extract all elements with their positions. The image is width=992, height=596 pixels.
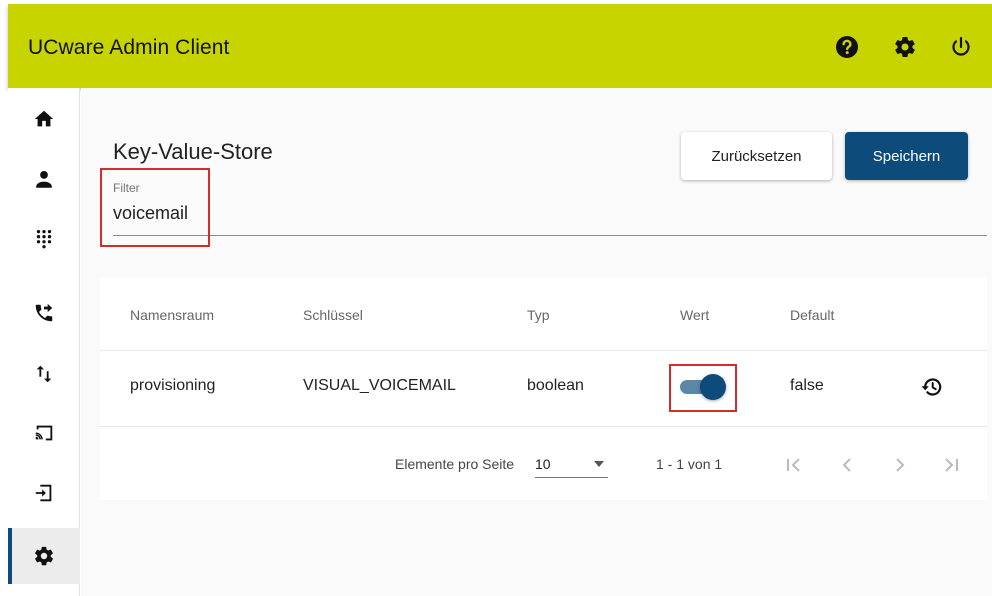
dropdown-arrow-icon	[594, 461, 604, 467]
import-export-icon	[36, 365, 52, 383]
nav-item-dialpad[interactable]	[8, 211, 80, 267]
highlight-box-toggle	[669, 364, 737, 412]
next-page-button[interactable]	[887, 452, 913, 478]
call-forward-icon	[35, 303, 53, 322]
filter-underline	[113, 235, 987, 236]
column-header-namespace: Namensraum	[130, 307, 215, 323]
cell-namespace: provisioning	[130, 377, 216, 394]
reset-button[interactable]: Zurücksetzen	[681, 132, 832, 180]
page-title: Key-Value-Store	[113, 139, 273, 164]
previous-page-button[interactable]	[834, 452, 860, 478]
nav-item-login-devices[interactable]	[8, 465, 80, 521]
last-page-icon	[945, 458, 958, 472]
column-header-key: Schlüssel	[303, 307, 363, 323]
side-navigation	[8, 88, 80, 596]
nav-item-users[interactable]	[8, 151, 80, 207]
nav-item-call-forwarding[interactable]	[8, 285, 80, 341]
nav-item-settings[interactable]	[8, 528, 80, 584]
nav-item-import-export[interactable]	[8, 346, 80, 402]
chevron-left-icon	[842, 458, 851, 472]
column-header-default: Default	[790, 307, 835, 323]
nav-item-devices[interactable]	[8, 405, 80, 461]
dialpad-icon	[36, 230, 52, 249]
row-divider	[100, 426, 987, 427]
save-button[interactable]: Speichern	[845, 132, 968, 180]
cell-key: VISUAL_VOICEMAIL	[303, 377, 456, 394]
last-page-button[interactable]	[938, 452, 964, 478]
chevron-right-icon	[896, 458, 905, 472]
page-size-value: 10	[535, 456, 551, 472]
cell-type: boolean	[527, 377, 584, 394]
first-page-icon	[787, 458, 800, 472]
restore-default-icon[interactable]	[919, 374, 945, 400]
settings-icon[interactable]	[892, 34, 918, 60]
cast-icon	[35, 425, 53, 441]
first-page-button[interactable]	[781, 452, 807, 478]
page-range-label: 1 - 1 von 1	[656, 456, 723, 472]
highlight-box-filter	[100, 168, 210, 247]
nav-item-home[interactable]	[8, 91, 80, 147]
home-icon	[34, 110, 54, 127]
help-icon[interactable]	[834, 34, 860, 60]
cell-default: false	[790, 377, 824, 394]
person-icon	[36, 171, 52, 188]
login-icon	[35, 484, 52, 502]
column-header-value: Wert	[680, 307, 710, 323]
app-title: UCware Admin Client	[28, 36, 230, 59]
app-header: UCware Admin Client	[8, 4, 992, 88]
page-size-select[interactable]: 10	[535, 450, 608, 478]
power-icon[interactable]	[948, 34, 974, 60]
column-header-type: Typ	[527, 307, 550, 323]
settings-icon	[35, 546, 53, 566]
header-divider	[100, 350, 987, 351]
items-per-page-label: Elemente pro Seite	[395, 456, 515, 472]
